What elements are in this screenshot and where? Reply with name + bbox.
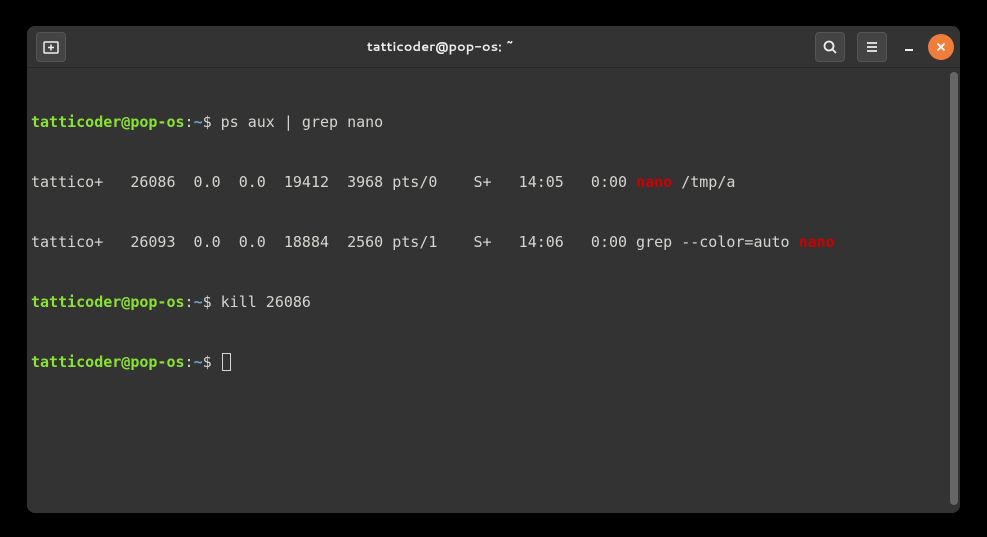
titlebar-right-controls bbox=[812, 32, 954, 62]
terminal-line: tattico+ 26086 0.0 0.0 19412 3968 pts/0 … bbox=[31, 172, 952, 192]
command-text bbox=[212, 353, 221, 371]
terminal-line: tattico+ 26093 0.0 0.0 18884 2560 pts/1 … bbox=[31, 232, 952, 252]
output-text: tattico+ 26093 0.0 0.0 18884 2560 pts/1 … bbox=[31, 233, 799, 251]
scrollbar[interactable] bbox=[950, 72, 958, 505]
new-tab-button[interactable] bbox=[36, 32, 66, 62]
titlebar: tatticoder@pop-os: ~ bbox=[27, 26, 960, 68]
command-text: kill 26086 bbox=[212, 293, 311, 311]
terminal-content: tatticoder@pop-os:~$ ps aux | grep nano … bbox=[31, 72, 952, 412]
minimize-button[interactable] bbox=[896, 34, 922, 60]
prompt-user-host: tatticoder@pop-os bbox=[31, 293, 185, 311]
prompt-symbol: $ bbox=[203, 293, 212, 311]
output-text: tattico+ 26086 0.0 0.0 19412 3968 pts/0 … bbox=[31, 173, 636, 191]
new-tab-icon bbox=[43, 39, 59, 55]
prompt-symbol: $ bbox=[203, 113, 212, 131]
output-text: /tmp/a bbox=[672, 173, 735, 191]
prompt-user-host: tatticoder@pop-os bbox=[31, 113, 185, 131]
prompt-path: ~ bbox=[194, 353, 203, 371]
search-icon bbox=[822, 39, 838, 55]
close-icon bbox=[935, 41, 947, 53]
terminal-line: tatticoder@pop-os:~$ bbox=[31, 352, 952, 372]
prompt-separator: : bbox=[185, 113, 194, 131]
close-button[interactable] bbox=[928, 34, 954, 60]
grep-match: nano bbox=[799, 233, 835, 251]
search-button[interactable] bbox=[815, 32, 845, 62]
terminal-window: tatticoder@pop-os: ~ bbox=[27, 26, 960, 513]
prompt-path: ~ bbox=[194, 293, 203, 311]
menu-button[interactable] bbox=[857, 32, 887, 62]
hamburger-icon bbox=[864, 39, 880, 55]
terminal-line: tatticoder@pop-os:~$ ps aux | grep nano bbox=[31, 112, 952, 132]
prompt-path: ~ bbox=[194, 113, 203, 131]
minimize-icon bbox=[902, 40, 916, 54]
prompt-separator: : bbox=[185, 293, 194, 311]
terminal-body[interactable]: tatticoder@pop-os:~$ ps aux | grep nano … bbox=[27, 68, 960, 513]
prompt-user-host: tatticoder@pop-os bbox=[31, 353, 185, 371]
prompt-symbol: $ bbox=[203, 353, 212, 371]
grep-match: nano bbox=[636, 173, 672, 191]
terminal-line: tatticoder@pop-os:~$ kill 26086 bbox=[31, 292, 952, 312]
prompt-separator: : bbox=[185, 353, 194, 371]
cursor bbox=[222, 353, 231, 371]
window-title: tatticoder@pop-os: ~ bbox=[69, 38, 812, 56]
command-text: ps aux | grep nano bbox=[212, 113, 384, 131]
